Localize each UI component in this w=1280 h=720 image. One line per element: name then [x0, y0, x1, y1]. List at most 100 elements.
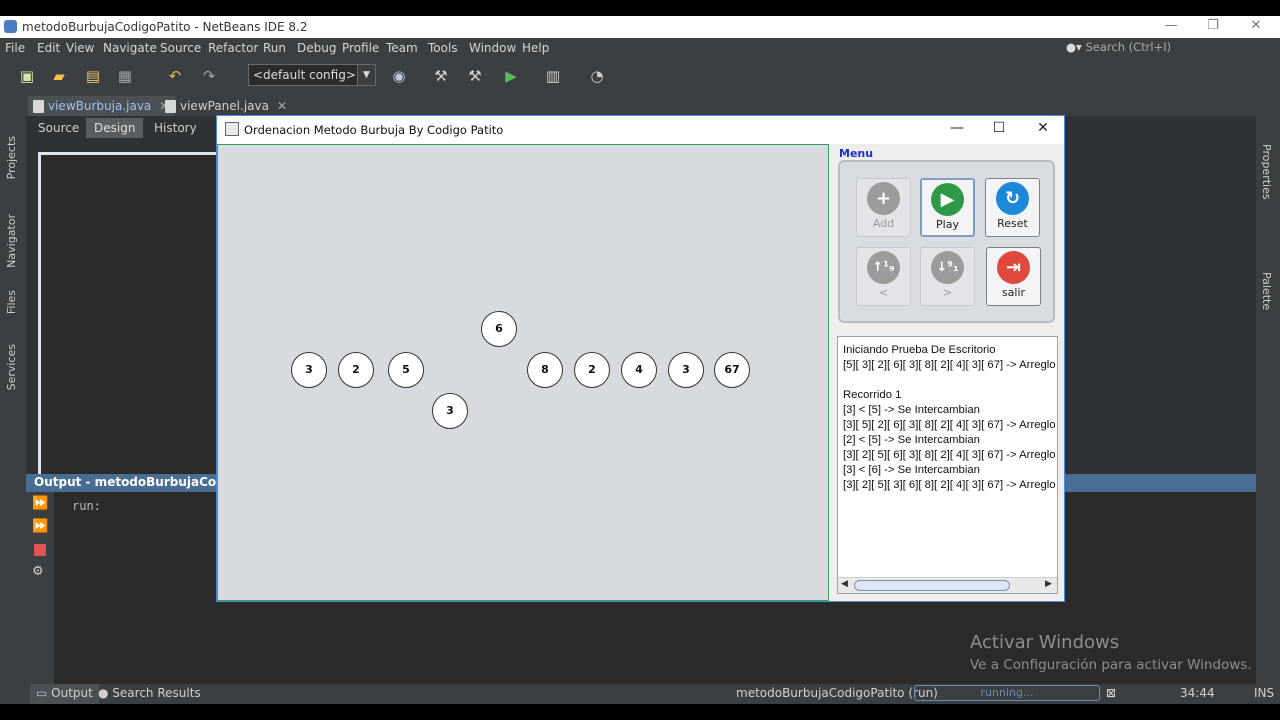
menu-tools[interactable]: Tools — [428, 41, 458, 55]
output-tab-label: Output — [51, 686, 93, 700]
add-button[interactable]: + Add — [856, 178, 911, 237]
properties-panel-tab[interactable]: Properties — [1260, 144, 1273, 200]
design-canvas — [38, 152, 238, 482]
exit-button[interactable]: ⇥ salir — [986, 247, 1041, 306]
close-icon[interactable]: ✕ — [277, 99, 287, 113]
log-line: [3][ 2][ 5][ 3][ 6][ 8][ 2][ 4][ 3][ 67]… — [843, 479, 1058, 491]
app-maximize-button[interactable]: ☐ — [979, 120, 1019, 140]
app-title: Ordenacion Metodo Burbuja By Codigo Pati… — [244, 123, 504, 137]
menu-label: Menu — [839, 147, 874, 160]
reset-button[interactable]: ↻ Reset — [985, 178, 1040, 237]
config-select[interactable]: <default config> ▼ — [248, 64, 376, 86]
menu-panel: + Add ▶ Play ↻ Reset ↑¹₉ < ↓⁹₁ > ⇥ salir — [838, 160, 1055, 323]
process-label: metodoBurbujaCodigoPatito (run) — [736, 686, 938, 700]
scroll-right-icon[interactable]: ▶ — [1045, 579, 1052, 589]
search-box[interactable]: ●▾ Search (Ctrl+I) — [1066, 40, 1171, 54]
activation-watermark-title: Activar Windows — [970, 632, 1120, 653]
minimize-button[interactable]: — — [1148, 18, 1194, 36]
sort-ascending-button[interactable]: ↑¹₉ < — [856, 247, 911, 306]
save-all-icon[interactable]: ▦ — [114, 65, 136, 87]
control-pane: Menu + Add ▶ Play ↻ Reset ↑¹₉ < ↓⁹₁ > ⇥ … — [829, 144, 1064, 601]
chevron-down-icon: ▼ — [357, 65, 375, 85]
menu-refactor[interactable]: Refactor — [208, 41, 258, 55]
settings-icon[interactable]: ⚙ — [32, 564, 44, 579]
clean-build-icon[interactable]: ⚒ — [464, 65, 486, 87]
play-button[interactable]: ▶ Play — [920, 178, 975, 237]
subtab-design[interactable]: Design — [86, 118, 144, 138]
config-value: <default config> — [253, 68, 356, 82]
undo-icon[interactable]: ↶ — [164, 65, 186, 87]
new-project-icon[interactable]: ▰ — [48, 65, 70, 87]
log-line: [2] < [5] -> Se Intercambian — [843, 434, 980, 446]
rerun-with-params-icon[interactable]: ⏩ — [32, 519, 48, 534]
menu-window[interactable]: Window — [469, 41, 516, 55]
palette-panel-tab[interactable]: Palette — [1260, 272, 1273, 310]
services-panel-tab[interactable]: Services — [5, 344, 18, 390]
new-file-icon[interactable]: ▣ — [16, 65, 38, 87]
log-line: [3][ 5][ 2][ 6][ 3][ 8][ 2][ 4][ 3][ 67]… — [843, 419, 1058, 431]
log-textarea[interactable]: Iniciando Prueba De Escritorio [5][ 3][ … — [837, 336, 1058, 594]
run-icon[interactable]: ▶ — [500, 65, 522, 87]
build-hammer-icon[interactable]: ⚒ — [430, 65, 452, 87]
menu-help[interactable]: Help — [522, 41, 549, 55]
array-node: 8 — [527, 352, 563, 388]
menu-source[interactable]: Source — [160, 41, 201, 55]
tab-viewburbuja[interactable]: viewBurbuja.java✕ — [28, 96, 176, 116]
app-close-button[interactable]: ✕ — [1023, 120, 1063, 140]
exit-icon: ⇥ — [997, 251, 1030, 284]
plus-icon: + — [867, 182, 900, 215]
tab-label: viewPanel.java — [180, 99, 269, 113]
add-label: Add — [872, 217, 895, 230]
menu-run[interactable]: Run — [263, 41, 286, 55]
descending-label: > — [942, 286, 953, 299]
globe-icon[interactable]: ◉ — [388, 65, 410, 87]
array-node: 67 — [714, 352, 750, 388]
maximize-button[interactable]: ❐ — [1190, 18, 1236, 36]
redo-icon[interactable]: ↷ — [198, 65, 220, 87]
array-node-swapping-down: 3 — [432, 393, 468, 429]
scroll-thumb[interactable] — [854, 580, 1010, 591]
rerun-icon[interactable]: ⏩ — [32, 496, 48, 511]
files-panel-tab[interactable]: Files — [5, 290, 18, 314]
menu-team[interactable]: Team — [386, 41, 418, 55]
sort-descending-button[interactable]: ↓⁹₁ > — [920, 247, 975, 306]
log-line: [3][ 2][ 5][ 6][ 3][ 8][ 2][ 4][ 3][ 67]… — [843, 449, 1058, 461]
menu-edit[interactable]: Edit — [37, 41, 60, 55]
navigator-panel-tab[interactable]: Navigator — [5, 214, 18, 268]
search-results-tab[interactable]: ● Search Results — [98, 686, 201, 700]
reset-icon: ↻ — [996, 182, 1029, 215]
scroll-left-icon[interactable]: ◀ — [841, 579, 848, 589]
ide-title-bar: metodoBurbujaCodigoPatito - NetBeans IDE… — [0, 16, 1280, 38]
menu-debug[interactable]: Debug — [297, 41, 336, 55]
open-project-icon[interactable]: ▤ — [82, 65, 104, 87]
close-button[interactable]: ✕ — [1233, 18, 1279, 36]
output-icon: ▭ — [36, 686, 52, 700]
stop-icon[interactable] — [34, 544, 46, 556]
array-node: 5 — [388, 352, 424, 388]
app-title-bar: Ordenacion Metodo Burbuja By Codigo Pati… — [217, 116, 1064, 144]
menu-navigate[interactable]: Navigate — [103, 41, 157, 55]
menu-profile[interactable]: Profile — [342, 41, 379, 55]
cancel-process-icon[interactable]: ⊠ — [1106, 686, 1116, 700]
tab-viewpanel[interactable]: viewPanel.java ✕ — [160, 96, 293, 116]
projects-panel-tab[interactable]: Projects — [5, 136, 18, 179]
array-node: 2 — [574, 352, 610, 388]
profile-icon[interactable]: ◔ — [586, 65, 608, 87]
tab-label: viewBurbuja.java — [48, 99, 152, 113]
horizontal-scrollbar[interactable]: ◀ ▶ — [838, 577, 1057, 593]
java-app-icon — [225, 122, 239, 136]
array-node-swapping-up: 6 — [481, 311, 517, 347]
menu-view[interactable]: View — [66, 41, 94, 55]
ide-title: metodoBurbujaCodigoPatito - NetBeans IDE… — [22, 20, 308, 34]
subtab-source[interactable]: Source — [30, 118, 87, 138]
app-minimize-button[interactable]: — — [937, 120, 977, 140]
java-file-icon — [165, 100, 176, 113]
log-line: [5][ 3][ 2][ 6][ 3][ 8][ 2][ 4][ 3][ 67]… — [843, 359, 1058, 371]
insert-mode: INS — [1254, 686, 1275, 700]
menu-file[interactable]: File — [5, 41, 25, 55]
output-status-tab[interactable]: ▭ Output — [30, 684, 99, 704]
array-node: 4 — [621, 352, 657, 388]
debug-icon[interactable]: ▥ — [542, 65, 564, 87]
subtab-history[interactable]: History — [146, 118, 205, 138]
